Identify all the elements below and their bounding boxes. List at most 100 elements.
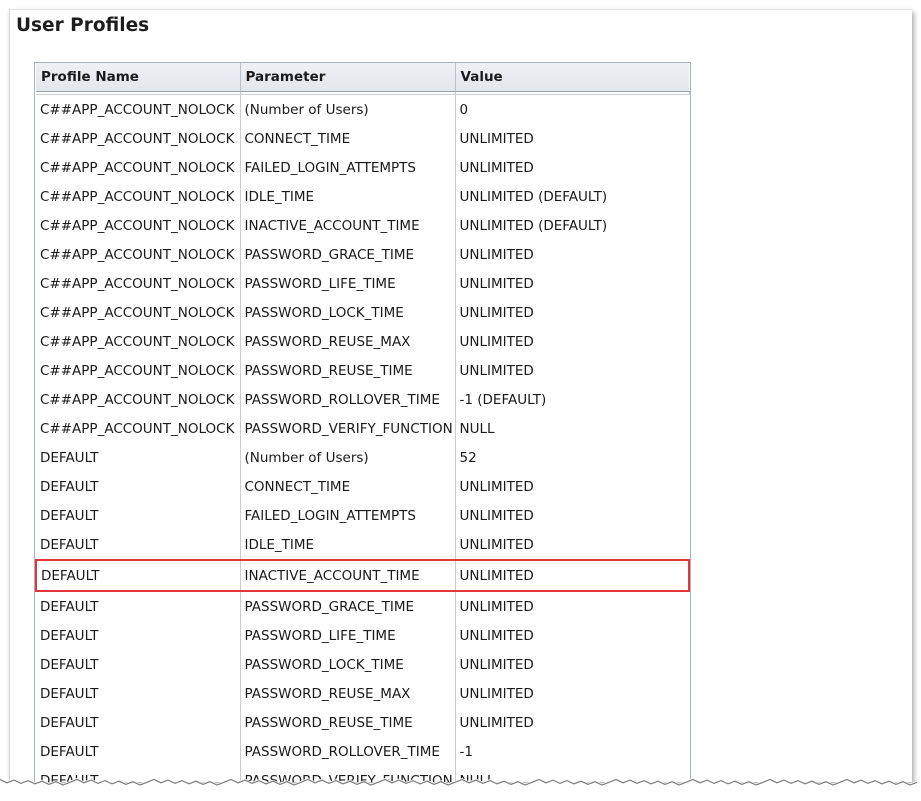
cell-profile-name: C##APP_ACCOUNT_NOLOCK: [36, 124, 241, 153]
table-row[interactable]: C##APP_ACCOUNT_NOLOCK (Number of Users) 0: [36, 94, 689, 124]
table-row[interactable]: DEFAULT PASSWORD_ROLLOVER_TIME -1: [36, 737, 689, 766]
cell-parameter: CONNECT_TIME: [240, 124, 456, 153]
cell-value: UNLIMITED: [459, 685, 534, 702]
cell-value: UNLIMITED: [459, 130, 534, 147]
table-row[interactable]: DEFAULT (Number of Users) 52: [36, 443, 689, 472]
cell-profile-name: C##APP_ACCOUNT_NOLOCK: [36, 211, 241, 240]
cell-parameter: PASSWORD_GRACE_TIME: [240, 240, 456, 269]
table-row[interactable]: DEFAULT CONNECT_TIME UNLIMITED: [36, 472, 689, 501]
table-row[interactable]: DEFAULT PASSWORD_REUSE_MAX UNLIMITED: [36, 679, 689, 708]
cell-value: UNLIMITED (DEFAULT): [459, 188, 608, 205]
cell-value: UNLIMITED: [459, 536, 534, 553]
cell-parameter: PASSWORD_ROLLOVER_TIME: [240, 737, 456, 766]
cell-parameter: PASSWORD_LOCK_TIME: [240, 298, 456, 327]
cell-parameter: FAILED_LOGIN_ATTEMPTS: [240, 153, 456, 182]
user-profiles-table: Profile Name Parameter Value C##APP_ACCO…: [34, 62, 691, 782]
cell-profile-name: C##APP_ACCOUNT_NOLOCK: [36, 385, 241, 414]
cell-parameter: PASSWORD_REUSE_TIME: [240, 708, 456, 737]
cell-profile-name: C##APP_ACCOUNT_NOLOCK: [36, 269, 241, 298]
cell-parameter: IDLE_TIME: [240, 182, 456, 211]
table-row[interactable]: C##APP_ACCOUNT_NOLOCK PASSWORD_LIFE_TIME U…: [36, 269, 689, 298]
cell-value: UNLIMITED: [455, 559, 690, 592]
cell-parameter: PASSWORD_LOCK_TIME: [240, 650, 456, 679]
table-row[interactable]: C##APP_ACCOUNT_NOLOCK PASSWORD_REUSE_TIME…: [36, 356, 689, 385]
table-row[interactable]: DEFAULT IDLE_TIME UNLIMITED: [36, 530, 689, 560]
cell-value: -1: [459, 743, 473, 760]
table-row[interactable]: C##APP_ACCOUNT_NOLOCK PASSWORD_VERIFY_FUN…: [36, 414, 689, 443]
column-header-parameter[interactable]: Parameter: [240, 63, 456, 92]
cell-value: UNLIMITED: [459, 304, 534, 321]
cell-parameter: (Number of Users): [240, 443, 456, 472]
torn-edge-decoration: [0, 778, 921, 801]
cell-profile-name: C##APP_ACCOUNT_NOLOCK: [36, 414, 241, 443]
table-row[interactable]: C##APP_ACCOUNT_NOLOCK PASSWORD_REUSE_MAX U…: [36, 327, 689, 356]
cell-profile-name: C##APP_ACCOUNT_NOLOCK: [36, 298, 241, 327]
table-row[interactable]: DEFAULT FAILED_LOGIN_ATTEMPTS UNLIMITED: [36, 501, 689, 530]
page-title: User Profiles: [16, 15, 150, 36]
cell-value: UNLIMITED (DEFAULT): [459, 217, 608, 234]
cell-profile-name: DEFAULT: [35, 559, 241, 592]
table-row[interactable]: C##APP_ACCOUNT_NOLOCK FAILED_LOGIN_ATTEMP…: [36, 153, 689, 182]
cell-profile-name: DEFAULT: [36, 472, 241, 501]
cell-parameter: FAILED_LOGIN_ATTEMPTS: [240, 501, 456, 530]
cell-value: UNLIMITED: [459, 362, 534, 379]
cell-value: NULL: [459, 420, 495, 437]
table-row-highlighted[interactable]: DEFAULT INACTIVE_ACCOUNT_TIME UNLIMITED: [35, 559, 690, 592]
cell-value: UNLIMITED: [459, 275, 534, 292]
table-row[interactable]: C##APP_ACCOUNT_NOLOCK INACTIVE_ACCOUNT_TI…: [36, 211, 689, 240]
cell-value: UNLIMITED: [459, 714, 534, 731]
cell-profile-name: DEFAULT: [36, 737, 241, 766]
cell-parameter: PASSWORD_VERIFY_FUNCTION: [240, 414, 456, 443]
cell-profile-name: DEFAULT: [36, 650, 241, 679]
cell-parameter: PASSWORD_LIFE_TIME: [240, 269, 456, 298]
cell-parameter: PASSWORD_REUSE_TIME: [240, 356, 456, 385]
column-header-value[interactable]: Value: [455, 63, 689, 92]
cell-parameter: PASSWORD_ROLLOVER_TIME: [240, 385, 456, 414]
cell-profile-name: DEFAULT: [36, 501, 241, 530]
table-row[interactable]: C##APP_ACCOUNT_NOLOCK PASSWORD_ROLLOVER_T…: [36, 385, 689, 414]
cell-value: -1 (DEFAULT): [459, 391, 547, 408]
cell-profile-name: DEFAULT: [36, 621, 241, 650]
table-row[interactable]: DEFAULT PASSWORD_LOCK_TIME UNLIMITED: [36, 650, 689, 679]
cell-value: UNLIMITED: [459, 598, 534, 615]
cell-parameter: CONNECT_TIME: [240, 472, 456, 501]
table-row[interactable]: DEFAULT PASSWORD_GRACE_TIME UNLIMITED: [36, 591, 689, 621]
cell-value: UNLIMITED: [459, 627, 534, 644]
report-panel: User Profiles Profile Name Parameter Val…: [9, 9, 912, 782]
cell-value: 52: [459, 449, 477, 466]
cell-parameter: IDLE_TIME: [240, 530, 456, 560]
cell-value: UNLIMITED: [459, 246, 534, 263]
cell-profile-name: DEFAULT: [36, 530, 241, 560]
cell-profile-name: C##APP_ACCOUNT_NOLOCK: [36, 94, 241, 124]
table-row[interactable]: C##APP_ACCOUNT_NOLOCK PASSWORD_LOCK_TIME U…: [36, 298, 689, 327]
cell-value: UNLIMITED: [459, 333, 534, 350]
table-row[interactable]: DEFAULT PASSWORD_REUSE_TIME UNLIMITED: [36, 708, 689, 737]
cell-parameter: INACTIVE_ACCOUNT_TIME: [240, 211, 456, 240]
cell-profile-name: C##APP_ACCOUNT_NOLOCK: [36, 327, 241, 356]
cell-parameter: PASSWORD_REUSE_MAX: [240, 327, 456, 356]
table-row[interactable]: C##APP_ACCOUNT_NOLOCK PASSWORD_GRACE_TIME…: [36, 240, 689, 269]
cell-value: UNLIMITED: [459, 478, 534, 495]
cell-profile-name: C##APP_ACCOUNT_NOLOCK: [36, 356, 241, 385]
cell-parameter: PASSWORD_GRACE_TIME: [240, 591, 456, 621]
table-row[interactable]: DEFAULT PASSWORD_LIFE_TIME UNLIMITED: [36, 621, 689, 650]
cell-profile-name: C##APP_ACCOUNT_NOLOCK: [36, 240, 241, 269]
cell-parameter: (Number of Users): [240, 94, 456, 124]
cell-parameter: PASSWORD_LIFE_TIME: [240, 621, 456, 650]
cell-value: UNLIMITED: [459, 159, 534, 176]
cell-profile-name: C##APP_ACCOUNT_NOLOCK: [36, 153, 241, 182]
cell-value: UNLIMITED: [459, 507, 534, 524]
table-row[interactable]: C##APP_ACCOUNT_NOLOCK CONNECT_TIME UNLIMIT…: [36, 124, 689, 153]
cell-parameter: PASSWORD_REUSE_MAX: [240, 679, 456, 708]
cell-value: 0: [459, 101, 469, 118]
table-header-row: Profile Name Parameter Value: [36, 63, 689, 92]
table-row[interactable]: C##APP_ACCOUNT_NOLOCK IDLE_TIME UNLIMITED …: [36, 182, 689, 211]
cell-profile-name: C##APP_ACCOUNT_NOLOCK: [36, 182, 241, 211]
cell-profile-name: DEFAULT: [36, 679, 241, 708]
cell-parameter: INACTIVE_ACCOUNT_TIME: [240, 559, 456, 592]
cell-profile-name: DEFAULT: [36, 591, 241, 621]
column-header-profile-name[interactable]: Profile Name: [36, 63, 241, 92]
cell-profile-name: DEFAULT: [36, 443, 241, 472]
cell-profile-name: DEFAULT: [36, 708, 241, 737]
cell-value: UNLIMITED: [459, 656, 534, 673]
